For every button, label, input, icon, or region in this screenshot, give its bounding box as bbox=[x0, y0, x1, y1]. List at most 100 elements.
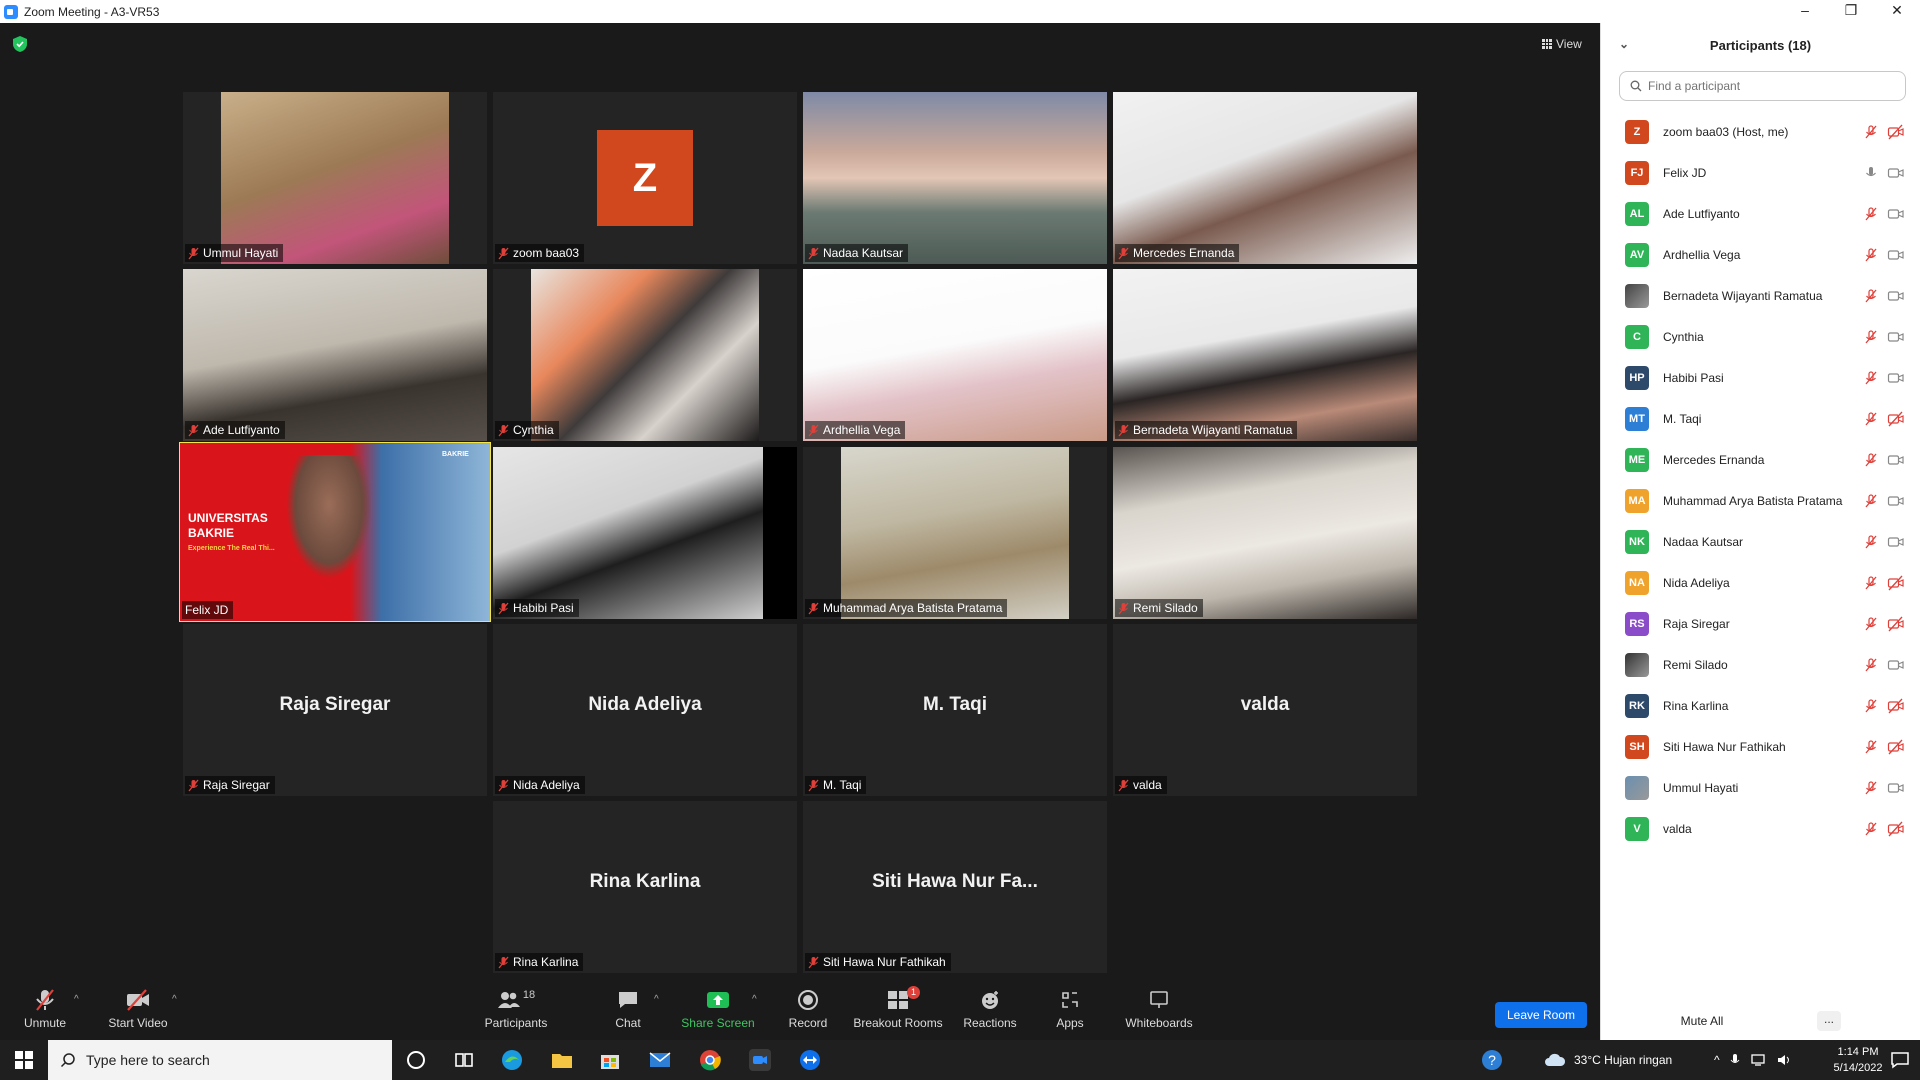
participant-row[interactable]: Bernadeta Wijayanti Ramatua bbox=[1601, 275, 1920, 316]
participant-row[interactable]: SH Siti Hawa Nur Fathikah bbox=[1601, 726, 1920, 767]
camera-off-icon[interactable] bbox=[1887, 575, 1904, 591]
view-button[interactable]: View bbox=[1536, 33, 1588, 55]
maximize-button[interactable]: ❐ bbox=[1828, 0, 1874, 23]
camera-icon[interactable] bbox=[1887, 329, 1904, 345]
video-tile[interactable]: Siti Hawa Nur Fa... Siti Hawa Nur Fathik… bbox=[803, 801, 1107, 973]
edge-browser-icon[interactable] bbox=[500, 1048, 524, 1072]
tray-microphone-icon[interactable] bbox=[1730, 1053, 1740, 1067]
search-input[interactable] bbox=[1648, 79, 1878, 93]
security-shield-icon[interactable] bbox=[12, 35, 28, 53]
breakout-rooms-button[interactable]: 1 Breakout Rooms bbox=[852, 986, 944, 1030]
camera-icon[interactable] bbox=[1887, 493, 1904, 509]
mic-icon[interactable] bbox=[1863, 165, 1879, 181]
video-tile[interactable]: valda valda bbox=[1113, 624, 1417, 796]
video-tile[interactable]: Ade Lutfiyanto bbox=[183, 269, 487, 441]
network-icon[interactable] bbox=[1750, 1053, 1766, 1067]
mic-muted-icon[interactable] bbox=[1863, 821, 1879, 837]
mute-all-button[interactable]: Mute All bbox=[1667, 1010, 1737, 1032]
participant-row[interactable]: HP Habibi Pasi bbox=[1601, 357, 1920, 398]
mail-icon[interactable] bbox=[648, 1048, 672, 1072]
video-tile[interactable]: Z zoom baa03 bbox=[493, 92, 797, 264]
camera-off-icon[interactable] bbox=[1887, 616, 1904, 632]
camera-icon[interactable] bbox=[1887, 288, 1904, 304]
mic-muted-icon[interactable] bbox=[1863, 493, 1879, 509]
more-options-button[interactable]: ... bbox=[1817, 1011, 1841, 1031]
collapse-chevron-icon[interactable]: ⌄ bbox=[1619, 37, 1629, 51]
mic-muted-icon[interactable] bbox=[1863, 575, 1879, 591]
record-button[interactable]: Record bbox=[786, 988, 830, 1030]
participant-row[interactable]: AL Ade Lutfiyanto bbox=[1601, 193, 1920, 234]
mic-muted-icon[interactable] bbox=[1863, 698, 1879, 714]
weather-widget[interactable]: 33°C Hujan ringan bbox=[1544, 1040, 1672, 1080]
notification-center-icon[interactable] bbox=[1888, 1048, 1912, 1072]
video-tile[interactable]: Raja Siregar Raja Siregar bbox=[183, 624, 487, 796]
mic-muted-icon[interactable] bbox=[1863, 370, 1879, 386]
help-icon[interactable]: ? bbox=[1480, 1048, 1504, 1072]
participant-row[interactable]: FJ Felix JD bbox=[1601, 152, 1920, 193]
camera-icon[interactable] bbox=[1887, 247, 1904, 263]
participant-row[interactable]: RS Raja Siregar bbox=[1601, 603, 1920, 644]
video-tile-active-speaker[interactable]: UNIVERSITAS BAKRIE Experience The Real T… bbox=[179, 442, 491, 622]
chat-options-caret-icon[interactable]: ^ bbox=[654, 994, 659, 1005]
taskbar-clock[interactable]: 1:14 PM 5/14/2022 bbox=[1818, 1044, 1898, 1076]
camera-icon[interactable] bbox=[1887, 780, 1904, 796]
mic-muted-icon[interactable] bbox=[1863, 739, 1879, 755]
chat-button[interactable]: Chat bbox=[608, 988, 648, 1030]
video-tile[interactable]: Mercedes Ernanda bbox=[1113, 92, 1417, 264]
mic-muted-icon[interactable] bbox=[1863, 124, 1879, 140]
mic-muted-icon[interactable] bbox=[1863, 247, 1879, 263]
participant-row[interactable]: AV Ardhellia Vega bbox=[1601, 234, 1920, 275]
camera-icon[interactable] bbox=[1887, 452, 1904, 468]
mic-muted-icon[interactable] bbox=[1863, 534, 1879, 550]
microsoft-store-icon[interactable] bbox=[598, 1048, 622, 1072]
participant-row[interactable]: NA Nida Adeliya bbox=[1601, 562, 1920, 603]
camera-off-icon[interactable] bbox=[1887, 739, 1904, 755]
video-tile[interactable]: Nadaa Kautsar bbox=[803, 92, 1107, 264]
windows-start-icon[interactable] bbox=[12, 1048, 36, 1072]
participant-row[interactable]: MT M. Taqi bbox=[1601, 398, 1920, 439]
start-video-button[interactable]: Start Video bbox=[106, 988, 170, 1030]
share-options-caret-icon[interactable]: ^ bbox=[752, 994, 757, 1005]
video-tile[interactable]: Rina Karlina Rina Karlina bbox=[493, 801, 797, 973]
audio-options-caret-icon[interactable]: ^ bbox=[74, 994, 79, 1005]
share-screen-button[interactable]: Share Screen bbox=[680, 988, 756, 1030]
mic-muted-icon[interactable] bbox=[1863, 288, 1879, 304]
apps-button[interactable]: Apps bbox=[1054, 988, 1086, 1030]
camera-icon[interactable] bbox=[1887, 165, 1904, 181]
participants-button[interactable]: 18 Participants bbox=[482, 988, 550, 1030]
mic-muted-icon[interactable] bbox=[1863, 452, 1879, 468]
mic-muted-icon[interactable] bbox=[1863, 657, 1879, 673]
video-tile[interactable]: Bernadeta Wijayanti Ramatua bbox=[1113, 269, 1417, 441]
participant-row[interactable]: Vvalda bbox=[1601, 808, 1920, 849]
camera-off-icon[interactable] bbox=[1887, 821, 1904, 837]
camera-off-icon[interactable] bbox=[1887, 411, 1904, 427]
mic-muted-icon[interactable] bbox=[1863, 780, 1879, 796]
participant-row[interactable]: Ummul Hayati bbox=[1601, 767, 1920, 808]
mic-muted-icon[interactable] bbox=[1863, 411, 1879, 427]
mic-muted-icon[interactable] bbox=[1863, 616, 1879, 632]
camera-icon[interactable] bbox=[1887, 534, 1904, 550]
zoom-taskbar-icon[interactable] bbox=[748, 1048, 772, 1072]
close-button[interactable]: ✕ bbox=[1874, 0, 1920, 23]
camera-icon[interactable] bbox=[1887, 657, 1904, 673]
participant-row[interactable]: NK Nadaa Kautsar bbox=[1601, 521, 1920, 562]
camera-icon[interactable] bbox=[1887, 206, 1904, 222]
video-tile[interactable]: M. Taqi M. Taqi bbox=[803, 624, 1107, 796]
file-explorer-icon[interactable] bbox=[550, 1048, 574, 1072]
volume-icon[interactable] bbox=[1776, 1053, 1792, 1067]
video-tile[interactable]: Cynthia bbox=[493, 269, 797, 441]
camera-off-icon[interactable] bbox=[1887, 698, 1904, 714]
camera-icon[interactable] bbox=[1887, 370, 1904, 386]
mic-muted-icon[interactable] bbox=[1863, 329, 1879, 345]
video-options-caret-icon[interactable]: ^ bbox=[172, 994, 177, 1005]
whiteboards-button[interactable]: Whiteboards bbox=[1124, 988, 1194, 1030]
camera-off-icon[interactable] bbox=[1887, 124, 1904, 140]
reactions-button[interactable]: Reactions bbox=[962, 988, 1018, 1030]
participant-row[interactable]: Zzoom baa03 (Host, me) bbox=[1601, 111, 1920, 152]
video-tile[interactable]: Ummul Hayati bbox=[183, 92, 487, 264]
participant-search[interactable] bbox=[1619, 71, 1906, 101]
video-tile[interactable]: Ardhellia Vega bbox=[803, 269, 1107, 441]
cortana-circle-icon[interactable] bbox=[404, 1048, 428, 1072]
video-tile[interactable]: Remi Silado bbox=[1113, 447, 1417, 619]
participant-row[interactable]: Remi Silado bbox=[1601, 644, 1920, 685]
